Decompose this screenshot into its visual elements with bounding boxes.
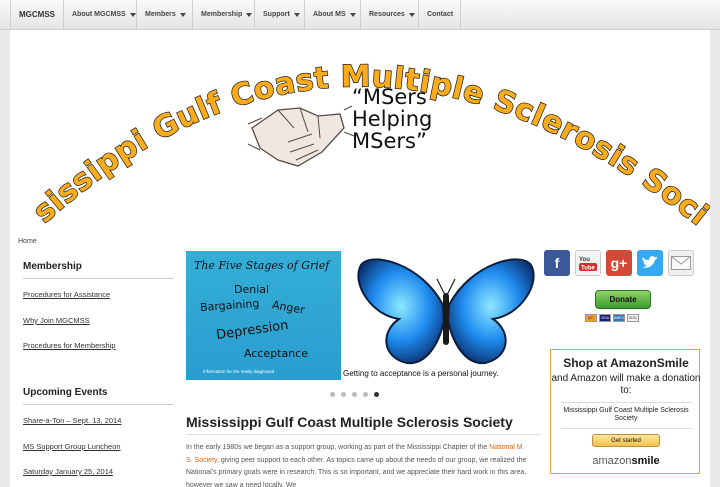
slider-pagination bbox=[330, 392, 379, 397]
sidebar-heading-membership: Membership bbox=[23, 261, 82, 272]
sidebar-link-support-luncheon[interactable]: MS Support Group Luncheon bbox=[23, 442, 121, 451]
sidebar-link-procedures-membership[interactable]: Procedures for Membership bbox=[23, 341, 116, 350]
handshake-icon bbox=[247, 105, 355, 167]
chevron-down-icon bbox=[129, 12, 136, 17]
site-banner[interactable]: Mississippi Gulf Coast Multiple Sclerosi… bbox=[0, 2, 715, 235]
page-title: Mississippi Gulf Coast Multiple Sclerosi… bbox=[186, 414, 513, 430]
tagline-line: MSers” bbox=[352, 129, 427, 153]
social-links: f You Tube g+ bbox=[544, 250, 694, 276]
nav-item-resources[interactable]: Resources bbox=[361, 0, 419, 29]
slider-dot[interactable] bbox=[352, 392, 357, 397]
divider bbox=[23, 404, 173, 405]
amex-icon: AMEX bbox=[613, 314, 625, 322]
nav-item-support[interactable]: Support bbox=[255, 0, 305, 29]
nav-item-about-ms[interactable]: About MS bbox=[305, 0, 361, 29]
intro-paragraph: In the early 1980s we began as a support… bbox=[186, 442, 531, 487]
svg-text:You: You bbox=[579, 257, 590, 263]
grief-stage: Anger bbox=[271, 298, 306, 317]
divider bbox=[561, 402, 691, 403]
nav-label: Membership bbox=[201, 11, 243, 18]
email-icon[interactable] bbox=[668, 250, 694, 276]
image-slider[interactable]: The Five Stages of Grief Denial Anger Ba… bbox=[186, 251, 542, 381]
slider-dot[interactable] bbox=[330, 392, 335, 397]
slider-dot-active[interactable] bbox=[374, 392, 379, 397]
slider-dot[interactable] bbox=[363, 392, 368, 397]
get-started-button[interactable]: Get started bbox=[592, 434, 660, 447]
nav-label: Resources bbox=[369, 11, 405, 18]
svg-text:Tube: Tube bbox=[581, 266, 596, 272]
banner-tagline: “MSers Helping MSers” bbox=[352, 86, 432, 152]
top-navigation-bar: MGCMSS About MGCMSS Members Membership S… bbox=[0, 0, 720, 30]
grief-stages-card: The Five Stages of Grief Denial Anger Ba… bbox=[186, 251, 341, 380]
nav-item-membership[interactable]: Membership bbox=[193, 0, 255, 29]
grief-stage: Bargaining bbox=[199, 296, 260, 315]
slider-dot[interactable] bbox=[341, 392, 346, 397]
tagline-line: “MSers bbox=[352, 85, 427, 109]
sidebar-link-january-event[interactable]: Saturday January 25, 2014 bbox=[23, 467, 113, 476]
amazon-smile-widget[interactable]: Shop at AmazonSmile and Amazon will make… bbox=[550, 349, 700, 474]
google-plus-icon[interactable]: g+ bbox=[606, 250, 632, 276]
nav-item-members[interactable]: Members bbox=[137, 0, 193, 29]
slide-caption: Getting to acceptance is a personal jour… bbox=[343, 369, 499, 378]
chevron-down-icon bbox=[293, 12, 300, 17]
divider bbox=[186, 434, 541, 435]
divider bbox=[23, 278, 173, 279]
paragraph-text: , giving peer support to each other. As … bbox=[186, 456, 527, 487]
discover-icon: DISC bbox=[627, 314, 639, 322]
butterfly-icon bbox=[357, 258, 535, 365]
sidebar-link-share-a-ton[interactable]: Share-a-Ton – Sept. 13, 2014 bbox=[23, 416, 121, 425]
payment-cards: MC VISA AMEX DISC bbox=[585, 314, 639, 322]
grief-stage: Acceptance bbox=[244, 347, 309, 360]
grief-title: The Five Stages of Grief bbox=[194, 259, 330, 272]
twitter-icon[interactable] bbox=[637, 250, 663, 276]
nav-item-contact[interactable]: Contact bbox=[419, 0, 461, 29]
chevron-down-icon bbox=[349, 12, 356, 17]
grief-stage: Depression bbox=[215, 318, 290, 343]
divider bbox=[561, 428, 691, 429]
amazon-logo-smile: smile bbox=[631, 455, 660, 467]
visa-icon: VISA bbox=[599, 314, 611, 322]
amazon-smile-logo: amazonsmile bbox=[551, 455, 701, 467]
nav-label: About MGCMSS bbox=[72, 11, 126, 18]
sidebar-link-procedures-assistance[interactable]: Procedures for Assistance bbox=[23, 290, 110, 299]
amazon-logo-word: amazon bbox=[592, 455, 632, 467]
facebook-icon[interactable]: f bbox=[544, 250, 570, 276]
paragraph-text: In the early 1980s we began as a support… bbox=[186, 444, 490, 451]
page-container: Mississippi Gulf Coast Multiple Sclerosi… bbox=[0, 2, 715, 487]
nav-label: Contact bbox=[427, 11, 454, 18]
chevron-down-icon bbox=[408, 12, 415, 17]
nav-label: Support bbox=[263, 11, 290, 18]
breadcrumb-home[interactable]: Home bbox=[18, 238, 37, 245]
tagline-line: Helping bbox=[352, 107, 433, 131]
nav-brand-link[interactable]: MGCMSS bbox=[10, 0, 64, 29]
donate-button[interactable]: Donate bbox=[595, 290, 651, 309]
youtube-icon[interactable]: You Tube bbox=[575, 250, 601, 276]
mastercard-icon: MC bbox=[585, 314, 597, 322]
amazon-subheading: and Amazon will make a donation to: bbox=[551, 373, 701, 396]
amazon-heading: Shop at AmazonSmile bbox=[563, 356, 689, 370]
nav-label: About MS bbox=[313, 11, 346, 18]
nav-label: Members bbox=[145, 11, 176, 18]
grief-stage: Denial bbox=[234, 283, 270, 296]
grief-footer: Information for the newly diagnosed bbox=[203, 369, 275, 374]
sidebar-link-why-join[interactable]: Why Join MGCMSS bbox=[23, 316, 90, 325]
amazon-org-name: Mississippi Gulf Coast Multiple Sclerosi… bbox=[563, 407, 689, 422]
nav-item-about[interactable]: About MGCMSS bbox=[64, 0, 137, 29]
chevron-down-icon bbox=[246, 12, 253, 17]
sidebar-heading-events: Upcoming Events bbox=[23, 387, 108, 398]
chevron-down-icon bbox=[179, 12, 186, 17]
